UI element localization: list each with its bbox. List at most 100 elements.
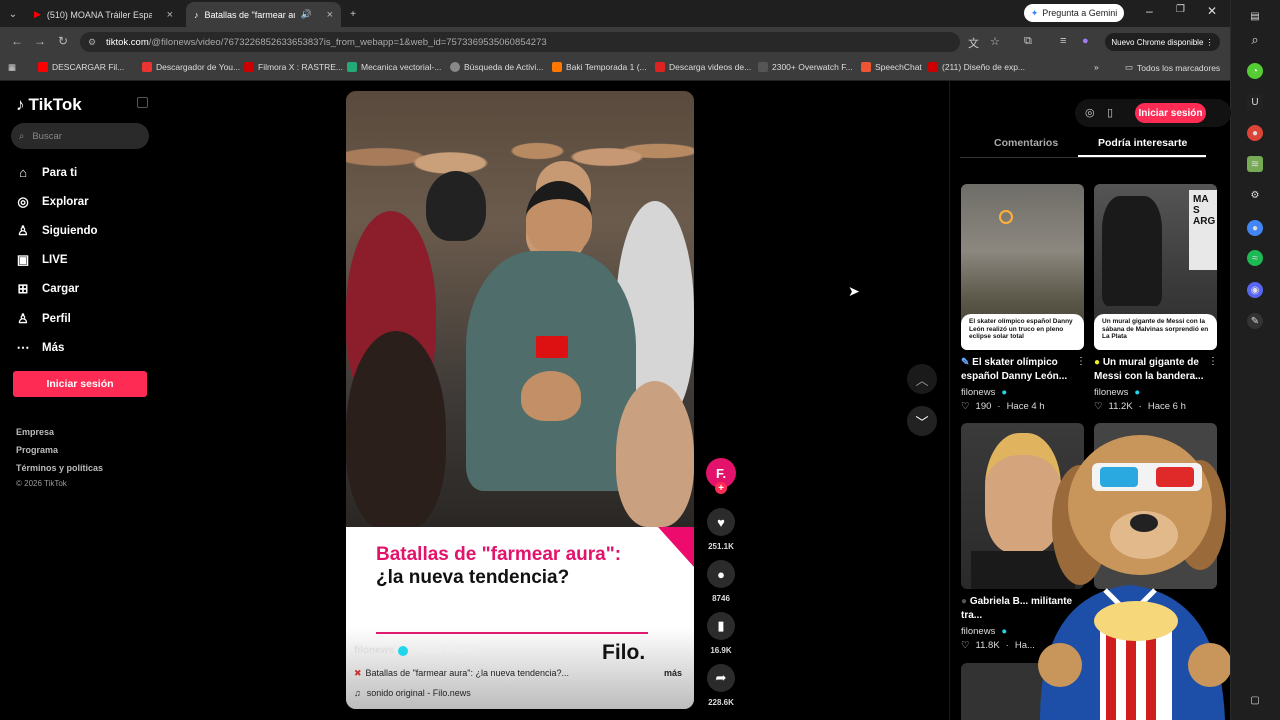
download-icon (655, 62, 665, 72)
video-player[interactable]: Batallas de "farmear aura": ¿la nueva te… (346, 91, 694, 709)
bookmark-item[interactable]: Descargador de You... (142, 62, 240, 72)
reload-button[interactable]: ↻ (58, 34, 68, 48)
new-chrome-button[interactable]: Nuevo Chrome disponible ⋮ (1105, 33, 1220, 51)
profile-avatar-icon[interactable]: ● (1082, 35, 1089, 47)
dog-paw (1188, 643, 1230, 687)
bookmark-item[interactable]: Baki Temporada 1 (... (552, 62, 647, 72)
bookmark-item[interactable]: Mecanica vectorial-... (347, 62, 441, 72)
apps-icon[interactable]: ▦ (8, 62, 16, 73)
nav-siguiendo[interactable]: ♙ Siguiendo (16, 223, 97, 239)
nav-para-ti[interactable]: ⌂ Para ti (16, 165, 77, 180)
video-title[interactable]: ✎ El skater olímpico español Danny León.… (961, 356, 1079, 384)
nav-cargar[interactable]: ⊞ Cargar (16, 281, 80, 297)
nav-live[interactable]: ▣ LIVE (16, 252, 68, 268)
follow-plus-icon[interactable]: + (715, 482, 727, 494)
maximize-button[interactable]: ❐ (1176, 4, 1185, 15)
site-info-icon[interactable]: ⚙ (88, 37, 96, 48)
new-tab-button[interactable]: + (344, 5, 362, 23)
video-title[interactable]: ● Un mural gigante de Messi con la bande… (1094, 356, 1212, 384)
notes-icon[interactable]: ▤ (1247, 8, 1263, 24)
bookmark-item[interactable]: DESCARGAR Fil... (38, 62, 124, 72)
chrome-icon[interactable]: ● (1247, 125, 1263, 141)
following-icon: ♙ (17, 223, 29, 238)
next-video-button[interactable]: ﹀ (907, 406, 937, 436)
comment-button[interactable]: ● 8746 (706, 560, 736, 603)
discord-icon[interactable]: ◉ (1247, 282, 1263, 298)
video-author[interactable]: filonews ● (1094, 387, 1140, 398)
glasses-lens-blue (1100, 467, 1138, 487)
bookmarks-bar: ▦ DESCARGAR Fil... Descargador de You...… (0, 57, 1230, 81)
footer-link[interactable]: Términos y políticas (16, 463, 103, 473)
login-button[interactable]: Iniciar sesión (13, 371, 147, 397)
url-bar[interactable]: ⚙ tiktok.com/@filonews/video/76732268526… (80, 32, 960, 52)
collapse-sidebar-icon[interactable] (137, 97, 148, 108)
footer-link[interactable]: Programa (16, 445, 58, 455)
spotify-icon[interactable]: ≈ (1247, 250, 1263, 266)
previous-video-button[interactable]: ︿ (907, 364, 937, 394)
speaker-icon[interactable]: 🔊 (301, 9, 312, 20)
bookmark-star-icon[interactable]: ☆ (990, 35, 1000, 48)
u-app-icon[interactable]: U (1247, 94, 1263, 110)
bookmark-item[interactable]: SpeechChat (861, 62, 922, 72)
extensions-icon[interactable]: ⧉ (1024, 35, 1032, 48)
chat-icon[interactable]: ▢ (1247, 692, 1263, 708)
tab-moana[interactable]: ▶ (510) MOANA Tráiler Español La... × (26, 2, 181, 27)
bookmarks-overflow-icon[interactable]: » (1094, 62, 1099, 72)
tab-tiktok[interactable]: ♪ Batallas de "farmear au... 🔊 × (186, 2, 341, 27)
share-button[interactable]: ➦ 228.6K (706, 664, 736, 707)
profile-icon: ♙ (17, 311, 29, 326)
stack-icon[interactable]: ≋ (1247, 156, 1263, 172)
sound-link[interactable]: ♫ sonido original - Filo.news (354, 688, 471, 698)
pink-corner (658, 527, 694, 567)
close-icon[interactable]: × (327, 9, 333, 21)
heart-icon: ♥ (707, 508, 735, 536)
gemini-button[interactable]: ✦ Pregunta a Gemini (1024, 4, 1124, 22)
login-button[interactable]: Iniciar sesión (1135, 103, 1206, 123)
bookmark-item[interactable]: Filmora X : RASTRE... (244, 62, 343, 72)
forward-button[interactable]: → (34, 34, 46, 48)
bookmark-item[interactable]: Búsqueda de Activi... (450, 62, 543, 72)
minimize-button[interactable]: – (1146, 4, 1153, 18)
nav-perfil[interactable]: ♙ Perfil (16, 311, 71, 327)
phone-icon[interactable]: ▯ (1107, 106, 1113, 119)
bookmark-item[interactable]: Descarga videos de... (655, 62, 751, 72)
search-input[interactable]: ⌕ Buscar (11, 123, 149, 149)
footer-link[interactable]: Empresa (16, 427, 54, 437)
gear-icon[interactable]: ⚙ (1247, 187, 1263, 203)
video-author[interactable]: filonews · Hace 1 día(s) (354, 645, 478, 656)
active-tab-indicator (1078, 155, 1206, 157)
bookmark-item[interactable]: (211) Diseño de exp... (928, 62, 1025, 72)
more-options-icon[interactable]: ⋮ (1208, 356, 1218, 367)
nav-explorar[interactable]: ◎ Explorar (16, 194, 88, 210)
all-bookmarks[interactable]: ▭ Todos los marcadores (1125, 62, 1220, 73)
more-link[interactable]: más (664, 668, 682, 678)
tab-search-button[interactable]: ⌄ (4, 5, 22, 23)
more-options-icon[interactable]: ⋮ (1076, 356, 1086, 367)
tab-comentarios[interactable]: Comentarios (994, 137, 1058, 149)
bookmark-item[interactable]: 2300+ Overwatch F... (758, 62, 853, 72)
compass-icon[interactable]: ◎ (1085, 106, 1095, 119)
video-thumbnail[interactable]: MA S ARG Un mural gigante de Messi con la … (1094, 184, 1217, 350)
blogger-icon (552, 62, 562, 72)
brand-watermark: Filo. (602, 641, 646, 664)
like-button[interactable]: ♥ 251.1K (706, 508, 736, 551)
translate-icon[interactable]: 文 (968, 35, 979, 51)
video-author[interactable]: filonews ● (961, 387, 1007, 398)
tab-podria-interesarte[interactable]: Podría interesarte (1098, 137, 1187, 149)
chrome-profile-icon[interactable]: ● (1247, 220, 1263, 236)
video-thumbnail[interactable]: El skater olímpico español Danny León re… (961, 184, 1084, 350)
comment-icon: ● (707, 560, 735, 588)
save-button[interactable]: ▮ 16.9K (706, 612, 736, 655)
nav-mas[interactable]: ⋯ Más (16, 340, 65, 356)
sticky-app-icon[interactable]: ✎ (1247, 313, 1263, 329)
search-icon[interactable]: ⌕ (1247, 32, 1263, 48)
back-button[interactable]: ← (11, 34, 23, 48)
close-icon[interactable]: × (167, 9, 173, 21)
creator-avatar[interactable]: F. + (706, 458, 736, 494)
video-author[interactable]: filonews ● (961, 626, 1007, 637)
reading-list-icon[interactable]: ≡ (1060, 35, 1066, 47)
close-window-button[interactable]: ✕ (1207, 4, 1217, 18)
mouse-cursor-icon: ➤ (848, 283, 860, 299)
green-app-icon[interactable]: ◔ (1247, 63, 1263, 79)
tiktok-logo[interactable]: ♪ TikTok (16, 95, 82, 115)
